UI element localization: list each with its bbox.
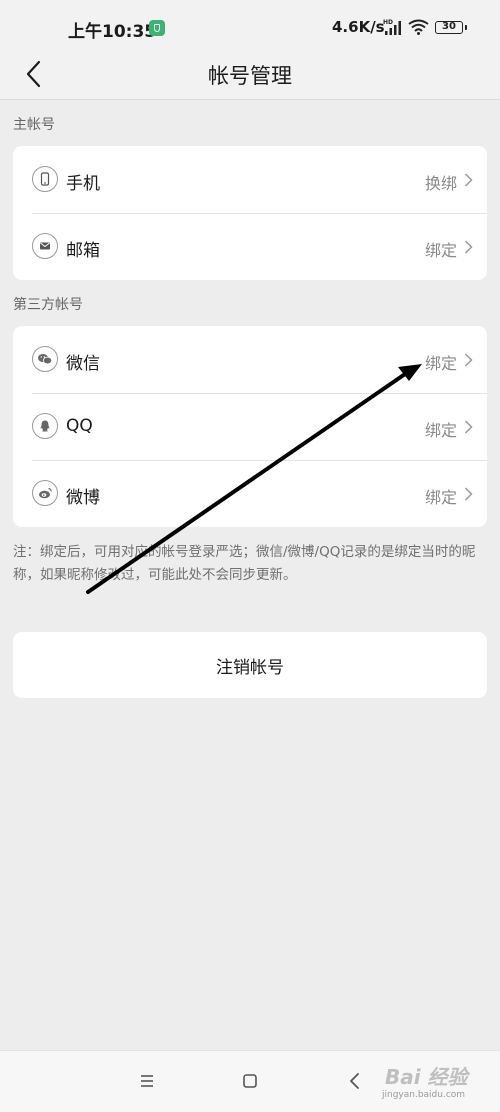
menu-icon[interactable] xyxy=(135,1069,159,1093)
account-row-qq[interactable]: QQ 绑定 xyxy=(13,393,487,460)
account-row-wechat[interactable]: 微信 绑定 xyxy=(13,326,487,393)
network-speed: 4.6K/s xyxy=(332,18,385,36)
shield-app-icon xyxy=(149,20,165,36)
chevron-right-icon xyxy=(464,487,473,501)
qq-icon xyxy=(32,413,58,439)
watermark-text: Bai 经验 xyxy=(385,1065,471,1089)
row-label: QQ xyxy=(66,416,93,436)
phone-icon xyxy=(32,166,58,192)
status-bar: 上午10:35 4.6K/s HD 30 xyxy=(0,0,500,56)
main-account-card: 手机 换绑 邮箱 绑定 xyxy=(13,146,487,280)
rebind-link[interactable]: 换绑 xyxy=(425,170,457,194)
third-party-card: 微信 绑定 QQ 绑定 微博 绑定 xyxy=(13,326,487,527)
chevron-right-icon xyxy=(464,353,473,367)
bind-link[interactable]: 绑定 xyxy=(425,484,457,508)
cancel-account-button[interactable]: 注销帐号 xyxy=(13,632,487,698)
status-time: 上午10:35 xyxy=(68,22,157,42)
bind-link[interactable]: 绑定 xyxy=(425,417,457,441)
account-row-phone[interactable]: 手机 换绑 xyxy=(13,146,487,213)
chevron-right-icon xyxy=(464,420,473,434)
account-row-email[interactable]: 邮箱 绑定 xyxy=(13,213,487,280)
wifi-icon xyxy=(408,19,429,35)
weibo-icon xyxy=(32,480,58,506)
row-label: 手机 xyxy=(66,174,100,194)
mail-icon xyxy=(32,233,58,259)
row-label: 微信 xyxy=(66,354,100,374)
wechat-icon xyxy=(32,346,58,372)
section-label-main-account: 主帐号 xyxy=(13,117,55,133)
account-row-weibo[interactable]: 微博 绑定 xyxy=(13,460,487,527)
binding-note: 注：绑定后，可用对应的帐号登录严选；微信/微博/QQ记录的是绑定当时的昵称，如果… xyxy=(13,544,476,583)
nav-bar: 帐号管理 xyxy=(0,56,500,100)
signal-icon: HD xyxy=(383,19,401,35)
page-title: 帐号管理 xyxy=(208,64,292,88)
chevron-right-icon xyxy=(464,240,473,254)
battery-icon: 30 xyxy=(435,21,467,34)
signal-hd-label: HD xyxy=(383,19,393,26)
row-label: 微博 xyxy=(66,488,100,508)
watermark-url: jingyan.baidu.com xyxy=(382,1090,466,1100)
section-label-third-party: 第三方帐号 xyxy=(13,297,83,313)
home-icon[interactable] xyxy=(238,1069,262,1093)
chevron-right-icon xyxy=(464,173,473,187)
bind-link[interactable]: 绑定 xyxy=(425,350,457,374)
back-nav-icon[interactable] xyxy=(343,1069,367,1093)
row-label: 邮箱 xyxy=(66,241,100,261)
bind-link[interactable]: 绑定 xyxy=(425,237,457,261)
